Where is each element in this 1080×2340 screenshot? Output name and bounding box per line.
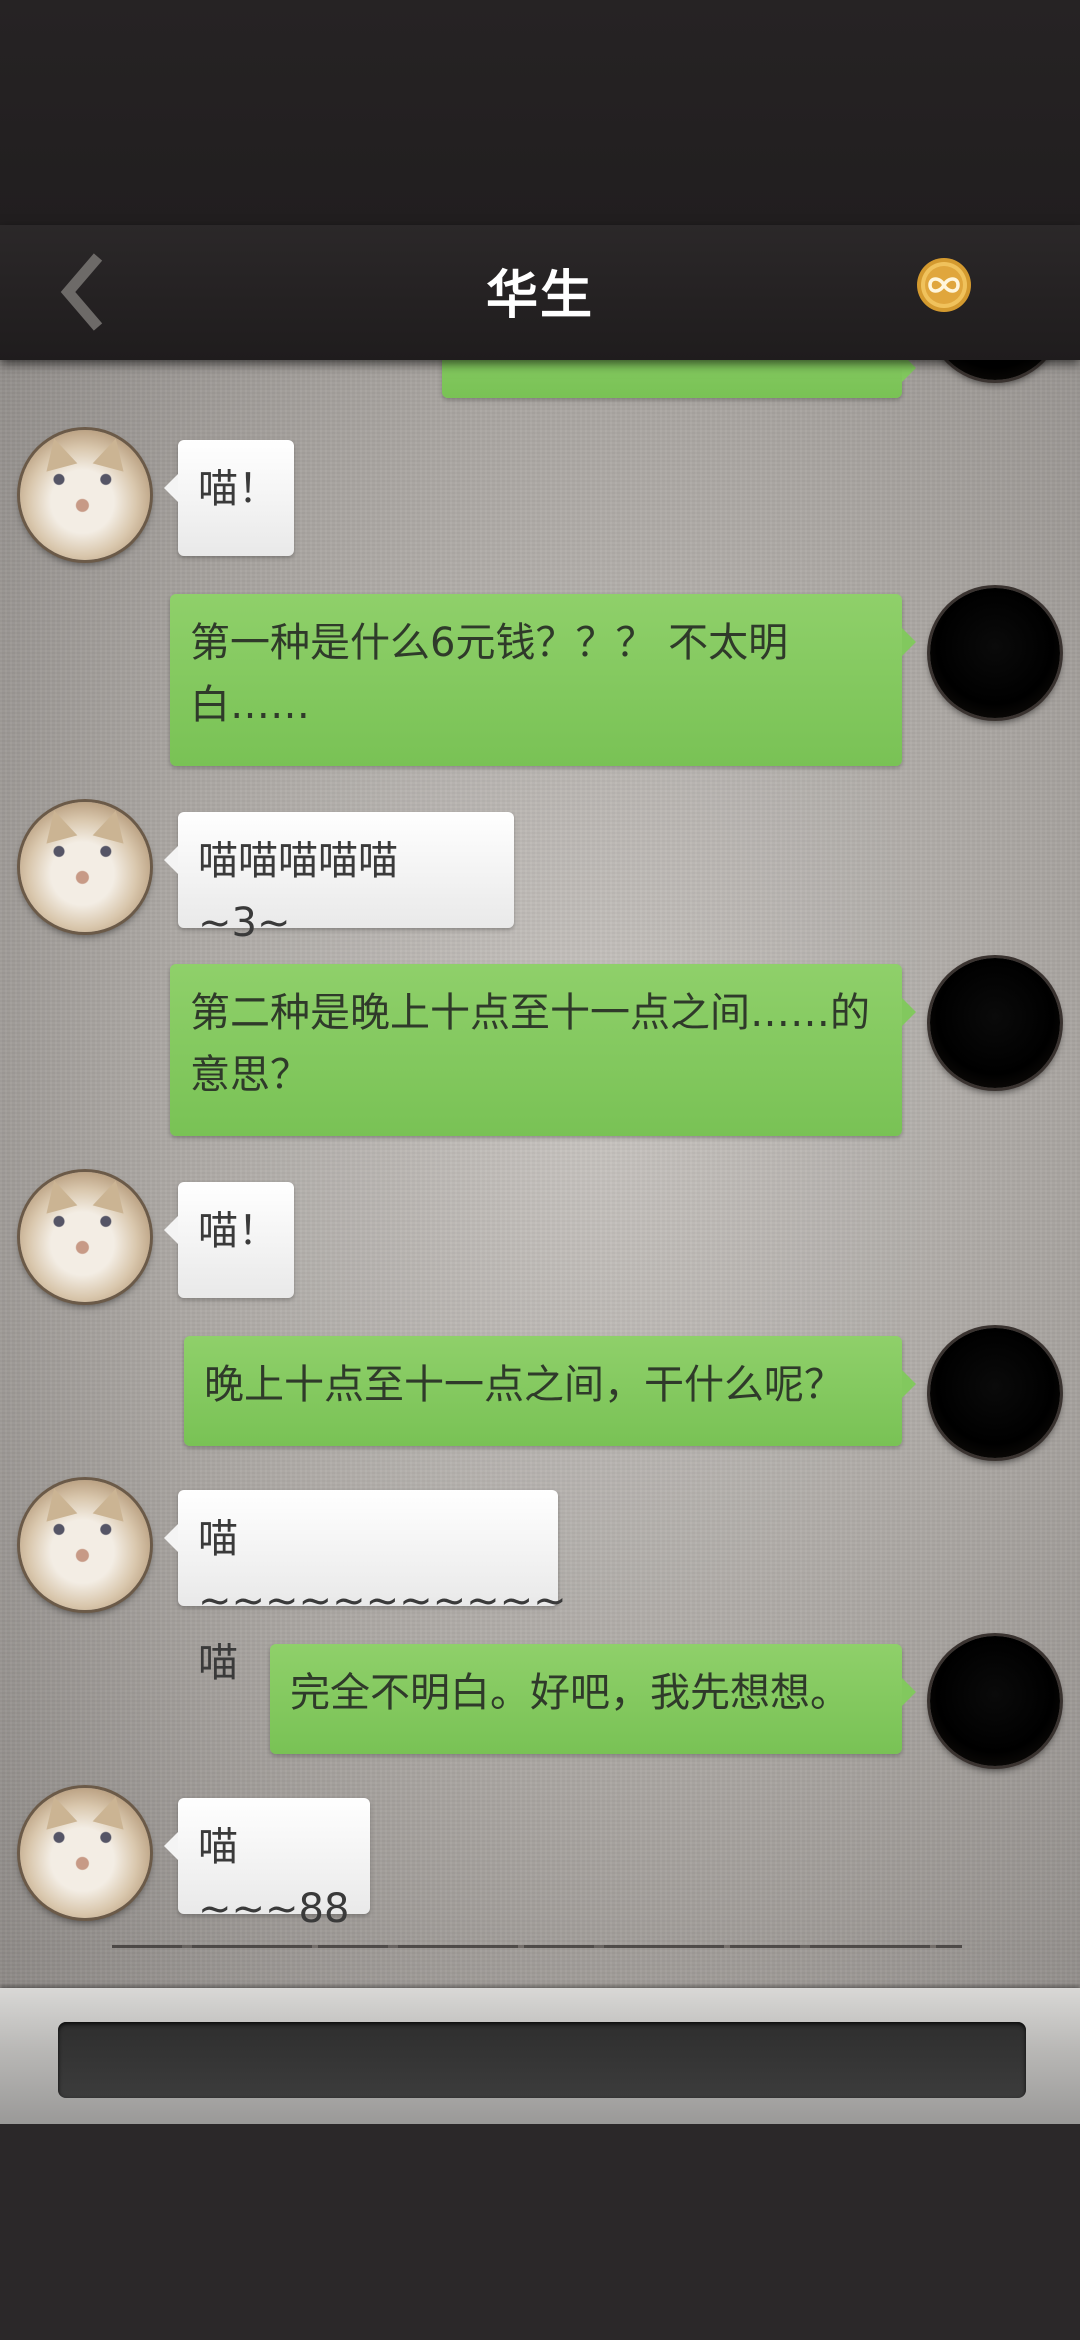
cat-avatar[interactable] [20, 1788, 150, 1918]
message-bubble-outgoing: 第一种是什么6元钱？？？ 不太明白…… [170, 594, 916, 766]
message-bubble-incoming: 喵~~~~~~~~~~~喵 [164, 1490, 567, 1686]
cat-avatar[interactable] [20, 1172, 150, 1302]
message-bubble-outgoing: 完全不明白。好吧，我先想想。 [270, 1644, 916, 1754]
cat-avatar[interactable] [20, 1480, 150, 1610]
message-input[interactable] [58, 2022, 1026, 2098]
message-bubble-outgoing: 晚上十点至十一点之间，干什么呢？ [184, 1336, 916, 1446]
input-bar [0, 1988, 1080, 2124]
message-bubble-outgoing: 第二种是晚上十点至十一点之间……的意思？ [170, 964, 916, 1136]
navigation-bar: 华生 [0, 225, 1080, 360]
end-divider [112, 1945, 962, 1948]
self-avatar[interactable] [930, 1328, 1060, 1458]
bottom-area [0, 2124, 1080, 2340]
self-avatar[interactable] [930, 360, 1060, 380]
self-avatar[interactable] [930, 958, 1060, 1088]
cat-avatar[interactable] [20, 430, 150, 560]
message-bubble-outgoing [442, 360, 916, 398]
self-avatar[interactable] [930, 1636, 1060, 1766]
chat-area[interactable]: 喵！ 第一种是什么6元钱？？？ 不太明白…… 喵喵喵喵喵 ~3~ 第二种是晚上十… [0, 360, 1080, 1988]
message-bubble-incoming: 喵喵喵喵喵 ~3~ [164, 812, 514, 946]
infinity-coin-icon[interactable] [914, 255, 974, 315]
self-avatar[interactable] [930, 588, 1060, 718]
cat-avatar[interactable] [20, 802, 150, 932]
message-bubble-incoming: 喵！ [164, 1182, 294, 1298]
message-bubble-incoming: 喵！ [164, 440, 294, 556]
message-bubble-incoming: 喵~~~88 [164, 1798, 370, 1932]
